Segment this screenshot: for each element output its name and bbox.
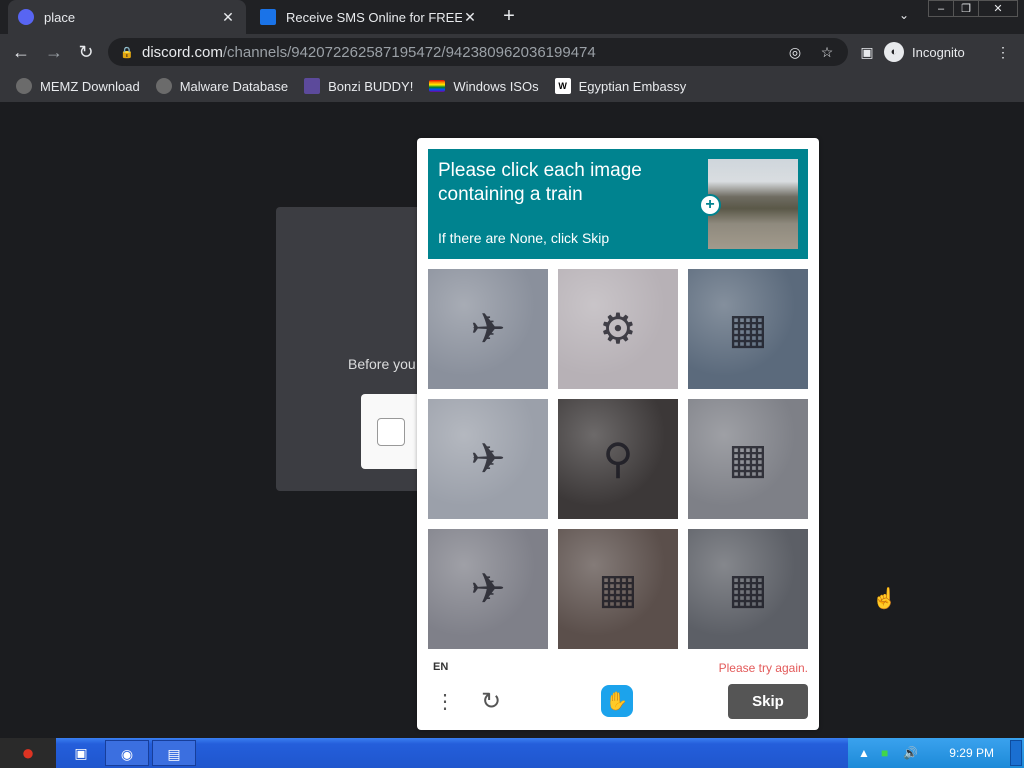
- airplane-icon: ✈: [470, 305, 506, 352]
- tab-title: place: [44, 9, 76, 25]
- captcha-challenge: Please click each image containing a tra…: [417, 138, 819, 730]
- motorcycle-icon: ⚙: [599, 305, 637, 352]
- bookmark-memz[interactable]: MEMZ Download: [16, 78, 140, 94]
- hand-cursor-icon: ☝: [872, 588, 897, 610]
- bookmark-label: MEMZ Download: [40, 78, 140, 94]
- plus-icon[interactable]: +: [699, 194, 721, 216]
- bookmark-label: Bonzi BUDDY!: [328, 78, 414, 94]
- captcha-tile-train[interactable]: ▦: [688, 269, 808, 389]
- taskbar: ● ▣ ◉ ▤ ▲ ■ 🔊 9:29 PM: [0, 738, 1024, 768]
- back-button[interactable]: ←: [9, 40, 33, 64]
- incognito-label: Incognito: [912, 44, 965, 60]
- discord-icon: [18, 9, 34, 25]
- folder-icon[interactable]: ▣: [66, 740, 96, 766]
- tab-place[interactable]: place ✕: [8, 0, 246, 34]
- captcha-prompt-title: Please click each image containing a tra…: [438, 160, 642, 205]
- bookmark-label: Malware Database: [179, 78, 289, 94]
- lock-icon[interactable]: 🔒: [120, 46, 134, 59]
- globe-icon: [16, 78, 32, 94]
- bicycle-icon: ⚲: [602, 435, 634, 482]
- close-window-button[interactable]: ✕: [978, 0, 1018, 17]
- close-tab-icon[interactable]: ✕: [220, 9, 236, 26]
- bookmark-egyptian-embassy[interactable]: W Egyptian Embassy: [554, 78, 687, 94]
- menu-icon[interactable]: ⋮: [994, 43, 1012, 61]
- more-options-icon[interactable]: ⋮: [435, 690, 455, 714]
- captcha-tile-train[interactable]: ▦: [688, 399, 808, 519]
- url-path: /channels/942072262587195472/94238096203…: [222, 43, 596, 61]
- address-bar[interactable]: 🔒 discord.com/channels/94207226258719547…: [108, 38, 848, 66]
- captcha-tile-bicycle[interactable]: ⚲: [558, 399, 678, 519]
- minimize-button[interactable]: –: [928, 0, 954, 17]
- bookmark-label: Egyptian Embassy: [578, 78, 687, 94]
- captcha-error: Please try again.: [718, 661, 808, 675]
- chrome-icon: ◉: [120, 746, 134, 762]
- url-host: discord.com: [142, 43, 223, 61]
- start-button[interactable]: ●: [0, 738, 56, 768]
- 7zip-icon: ▤: [167, 746, 181, 762]
- tab-strip: place ✕ Receive SMS Online for FREE | ✕ …: [0, 0, 1024, 34]
- airplane-icon: ✈: [470, 435, 506, 482]
- captcha-tile-airplane[interactable]: ✈: [428, 399, 548, 519]
- new-tab-button[interactable]: +: [498, 5, 520, 27]
- rainbow-flag-icon: [429, 80, 446, 92]
- tab-title: Receive SMS Online for FREE |: [286, 9, 462, 25]
- show-desktop-button[interactable]: [1010, 740, 1022, 766]
- skip-button[interactable]: Skip: [728, 684, 808, 719]
- captcha-tile-airplane[interactable]: ✈: [428, 269, 548, 389]
- captcha-tile-airplane[interactable]: ✈: [428, 529, 548, 649]
- restore-button[interactable]: ❐: [953, 0, 979, 17]
- system-tray: ▲ ■ 🔊 9:29 PM: [848, 738, 1024, 768]
- captcha-prompt-subtitle: If there are None, click Skip: [438, 230, 610, 246]
- tray-expand-icon[interactable]: ▲: [858, 745, 870, 761]
- volume-icon[interactable]: 🔊: [903, 745, 918, 761]
- captcha-tile-motorcycle[interactable]: ⚙: [558, 269, 678, 389]
- close-tab-icon[interactable]: ✕: [462, 9, 478, 26]
- bookmark-windows-isos[interactable]: Windows ISOs: [429, 78, 539, 94]
- network-icon[interactable]: ■: [881, 745, 888, 761]
- 7zip-taskbar-button[interactable]: ▤: [152, 740, 196, 766]
- gmail-icon: [260, 9, 276, 25]
- train-icon: ▦: [728, 435, 768, 482]
- airplane-icon: ✈: [470, 565, 506, 612]
- captcha-tile-train[interactable]: ▦: [558, 529, 678, 649]
- forward-button[interactable]: →: [42, 40, 66, 64]
- browser-toolbar: ← → ↻ 🔒 discord.com/channels/94207226258…: [0, 34, 1024, 70]
- train-icon: ▦: [728, 305, 768, 352]
- language-selector[interactable]: EN: [433, 661, 448, 673]
- eye-off-icon[interactable]: ◎: [786, 43, 804, 61]
- clock[interactable]: 9:29 PM: [949, 746, 994, 760]
- tab-search-icon[interactable]: ⌄: [894, 8, 914, 26]
- captcha-example-image: [708, 159, 798, 249]
- captcha-tile-train[interactable]: ▦: [688, 529, 808, 649]
- bookmark-label: Windows ISOs: [453, 78, 539, 94]
- tab-receive-sms[interactable]: Receive SMS Online for FREE | ✕: [250, 0, 488, 34]
- bookmark-star-icon[interactable]: ☆: [818, 43, 836, 61]
- bookmark-bonzi-buddy[interactable]: Bonzi BUDDY!: [304, 78, 413, 94]
- captcha-prompt: Please click each image containing a tra…: [428, 149, 808, 259]
- refresh-icon[interactable]: ↻: [476, 688, 506, 716]
- chrome-taskbar-button[interactable]: ◉: [105, 740, 149, 766]
- incognito-indicator[interactable]: ◐ Incognito: [884, 38, 984, 66]
- angry-bird-icon: ●: [21, 740, 35, 765]
- globe-icon: [155, 78, 172, 94]
- wix-icon: W: [554, 78, 571, 94]
- train-icon: ▦: [728, 565, 768, 612]
- side-panel-icon[interactable]: ▣: [858, 43, 876, 61]
- hcaptcha-checkbox[interactable]: [377, 418, 405, 446]
- bookmark-malware-database[interactable]: Malware Database: [155, 78, 289, 94]
- verification-text: Before you: [348, 356, 416, 372]
- reload-button[interactable]: ↻: [74, 40, 98, 64]
- train-icon: ▦: [598, 565, 638, 612]
- incognito-icon: ◐: [884, 42, 904, 62]
- hcaptcha-logo-icon[interactable]: ✋: [601, 685, 633, 717]
- bookmarks-bar: MEMZ Download Malware Database Bonzi BUD…: [0, 70, 1024, 102]
- bonzi-icon: [304, 78, 321, 94]
